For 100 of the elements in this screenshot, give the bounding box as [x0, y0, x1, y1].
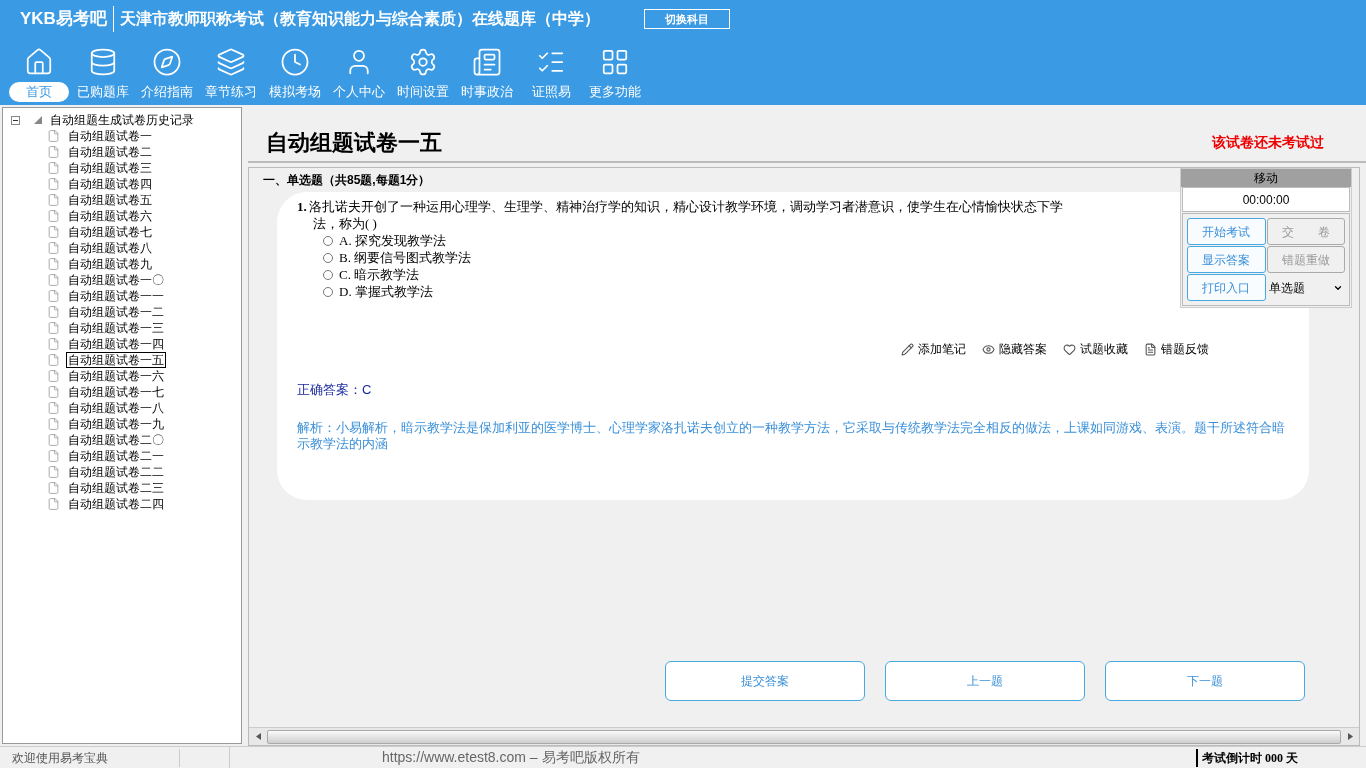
pencil-icon	[901, 342, 914, 356]
radio-button[interactable]	[323, 269, 333, 280]
question-action[interactable]: 隐藏答案	[999, 340, 1047, 358]
exam-countdown: 考试倒计时 000 天	[1196, 748, 1366, 767]
tree-item[interactable]: 自动组题试卷三	[66, 160, 154, 176]
heart-icon	[1063, 342, 1076, 356]
tree-item[interactable]: 自动组题试卷二〇	[66, 432, 166, 448]
option-label: B. 纲要信号图式教学法	[339, 248, 472, 267]
newspaper-icon	[472, 47, 502, 77]
document-icon	[47, 161, 60, 175]
document-icon	[47, 273, 60, 287]
radio-button[interactable]	[323, 235, 333, 246]
exam-timer: 00:00:00	[1182, 187, 1350, 212]
radio-button[interactable]	[323, 286, 333, 297]
tree-item[interactable]: 自动组题试卷一六	[66, 368, 166, 384]
nav-button[interactable]: 上一题	[885, 661, 1085, 701]
document-icon	[47, 257, 60, 271]
document-icon	[47, 129, 60, 143]
nav-button[interactable]: 下一题	[1105, 661, 1305, 701]
document-icon	[47, 433, 60, 447]
document-icon	[47, 497, 60, 511]
scroll-left-icon	[255, 733, 261, 740]
tree-item[interactable]: 自动组题试卷五	[66, 192, 154, 208]
grid-icon	[600, 47, 630, 77]
document-icon	[47, 321, 60, 335]
collapse-toggle[interactable]	[11, 115, 20, 125]
scroll-thumb[interactable]	[267, 729, 1341, 744]
document-icon	[47, 369, 60, 383]
clock-icon	[280, 47, 310, 77]
scroll-right-icon	[1347, 733, 1353, 740]
document-icon	[47, 241, 60, 255]
tree-item[interactable]: 自动组题试卷四	[66, 176, 154, 192]
section-heading: 一、单选题（共85题,每题1分）	[263, 172, 431, 189]
option-label: D. 掌握式教学法	[339, 282, 433, 301]
correct-answer: 正确答案：C	[297, 381, 373, 399]
document-icon	[47, 465, 60, 479]
tree-item[interactable]: 自动组题试卷六	[66, 208, 154, 224]
question-text: 洛扎诺夫开创了一种运用心理学、生理学、精神治疗学的知识，精心设计教学环境，调动学习者潜意识，使学生在心情愉快状态下学	[308, 199, 1063, 214]
status-copyright: https://www.etest8.com – 易考吧版权所有	[382, 748, 640, 767]
document-icon	[47, 177, 60, 191]
tree-item[interactable]: 自动组题试卷一三	[66, 320, 166, 336]
document-icon	[47, 289, 60, 303]
compass-icon	[152, 47, 182, 77]
tree-item[interactable]: 自动组题试卷七	[66, 224, 154, 240]
analysis-text: 解析：小易解析，暗示教学法是保加利亚的医学博士、心理学家洛扎诺夫创立的一种教学方法，它采取与传统教学法完全相反的做法，上课如同游戏、表演。题干所述符合暗示教学法的内涵	[297, 419, 1286, 452]
tree-item[interactable]: 自动组题试卷一二	[66, 304, 166, 320]
document-icon	[47, 353, 60, 367]
tree-item[interactable]: 自动组题试卷二一	[66, 448, 166, 464]
panel-drag-bar[interactable]: 移动	[1181, 169, 1351, 187]
document-icon	[47, 193, 60, 207]
question-type-select[interactable]: 单选题	[1266, 274, 1345, 301]
document-icon	[47, 305, 60, 319]
document-icon	[47, 481, 60, 495]
layers-icon	[216, 47, 246, 77]
horizontal-scrollbar[interactable]	[249, 727, 1359, 745]
document-icon	[47, 225, 60, 239]
tree-item[interactable]: 自动组题试卷九	[66, 256, 154, 272]
paper-status: 该试卷还未考试过	[1212, 133, 1324, 152]
tree-item[interactable]: 自动组题试卷一〇	[66, 272, 166, 288]
document-icon	[47, 145, 60, 159]
database-icon	[88, 47, 118, 77]
eye-icon	[982, 342, 995, 356]
tree-item[interactable]: 自动组题试卷一九	[66, 416, 166, 432]
tree-item[interactable]: 自动组题试卷一五	[66, 352, 166, 368]
panel-button[interactable]: 开始考试	[1187, 218, 1266, 245]
tree-item[interactable]: 自动组题试卷二二	[66, 464, 166, 480]
tree-item[interactable]: 自动组题试卷二	[66, 144, 154, 160]
question-action[interactable]: 添加笔记	[918, 340, 966, 358]
tree-item[interactable]: 自动组题试卷一四	[66, 336, 166, 352]
document-icon	[47, 401, 60, 415]
document-icon	[47, 385, 60, 399]
nav-button[interactable]: 提交答案	[665, 661, 865, 701]
tree-item[interactable]: 自动组题试卷一一	[66, 288, 166, 304]
status-welcome: 欢迎使用易考宝典	[0, 748, 180, 767]
tree-item[interactable]: 自动组题试卷二四	[66, 496, 166, 512]
option-label: A. 探究发现教学法	[339, 231, 446, 250]
document-icon	[47, 417, 60, 431]
document-icon	[47, 337, 60, 351]
tree-item[interactable]: 自动组题试卷二三	[66, 480, 166, 496]
tree-root[interactable]: 自动组题生成试卷历史记录	[50, 111, 194, 129]
document-icon	[47, 209, 60, 223]
document-icon	[47, 449, 60, 463]
question-text: 法，称为( )	[313, 215, 377, 232]
tree-item[interactable]: 自动组题试卷一八	[66, 400, 166, 416]
option-label: C. 暗示教学法	[339, 265, 420, 284]
question-action[interactable]: 试题收藏	[1080, 340, 1128, 358]
logo: YKB易考吧	[20, 6, 114, 32]
app-title: 天津市教师职称考试（教育知识能力与综合素质）在线题库（中学）	[119, 9, 600, 29]
panel-button[interactable]: 打印入口	[1187, 274, 1266, 301]
question-number: 1.	[297, 199, 307, 214]
paper-title: 自动组题试卷一五	[266, 129, 442, 157]
tree-item[interactable]: 自动组题试卷一七	[66, 384, 166, 400]
question-action[interactable]: 错题反馈	[1161, 340, 1209, 358]
tree-item[interactable]: 自动组题试卷一	[66, 128, 154, 144]
radio-button[interactable]	[323, 252, 333, 263]
home-icon	[24, 47, 54, 77]
tree-item[interactable]: 自动组题试卷八	[66, 240, 154, 256]
panel-button[interactable]: 显示答案	[1187, 246, 1266, 273]
settings-icon	[408, 47, 438, 77]
document-icon	[1144, 342, 1157, 356]
